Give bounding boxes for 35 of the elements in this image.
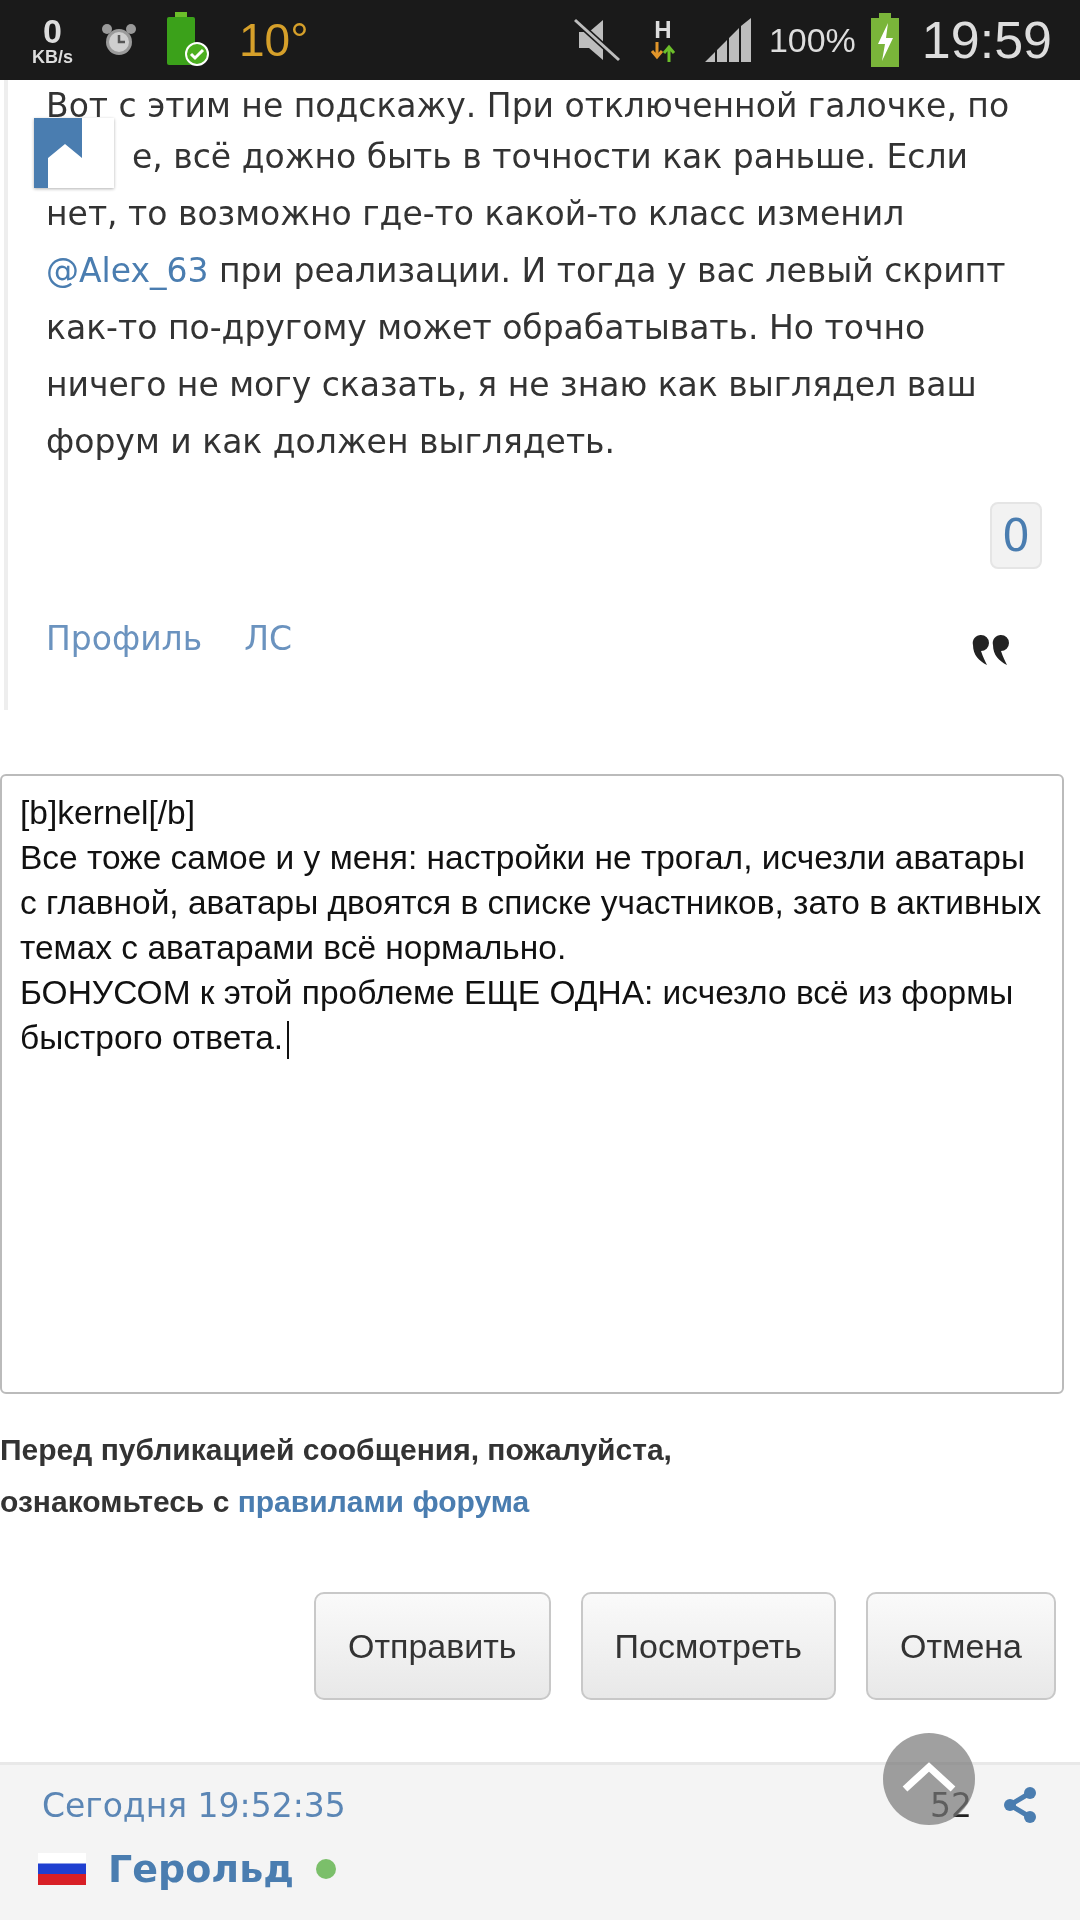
battery-check-icon (165, 12, 211, 68)
forum-rules-notice: Перед публикацией сообщения, пожалуйста, ознакомьтесь с правилами форума (0, 1432, 673, 1520)
post-number: 52 (930, 1785, 972, 1825)
post-link[interactable]: Профиль (46, 618, 203, 658)
muted-speaker-icon (572, 18, 621, 62)
network-type: H (654, 18, 672, 42)
post-text-line: как-то по-другому может обрабатывать. Но точно (46, 307, 927, 349)
clock: 19:59 (921, 10, 1052, 70)
post-text-line: ничего не могу сказать, я не знаю как выглядел ваш (46, 364, 978, 406)
post-text-line: форум и как должен выглядеть. (46, 421, 617, 463)
post-date: Сегодня 19:52:35 (42, 1785, 346, 1825)
form-button[interactable]: Отмена (866, 1592, 1056, 1700)
flag-icon (38, 1853, 86, 1885)
temperature: 10° (239, 13, 309, 67)
post-text-line: Вот с этим не подскажу. При отключенной галочке, по (46, 85, 1011, 127)
speed-unit: KB/s (32, 48, 73, 66)
bookmark-icon[interactable] (34, 118, 114, 188)
alarm-clock-icon (101, 23, 137, 57)
author-name[interactable]: Герольд (108, 1847, 294, 1891)
form-button[interactable]: Отправить (313, 1592, 551, 1700)
reply-textarea[interactable]: [b]kernel[/b] Все тоже самое и у меня: настройки не трогал, исчезли аватары с главной, аватары двоятся в списке участников, зато в активных темах с аватарами всё нормально. БОНУСОМ к этой проблеме ЕЩЕ ОДНА: исчезло всё из формы быстрого ответа. (0, 774, 1064, 1394)
forum-rules-link[interactable]: правилами форума (237, 1485, 530, 1518)
vote-count[interactable]: 0 (990, 502, 1042, 569)
post-link[interactable]: ЛС (244, 618, 292, 658)
battery-charging-icon (869, 13, 900, 67)
mention-link[interactable]: @Alex_63 (46, 251, 209, 290)
post-text-line: нет, то возможно где-то какой-то класс изменил (46, 193, 906, 235)
data-arrows-icon (648, 42, 677, 62)
form-button[interactable]: Посмотреть (580, 1592, 836, 1700)
post-text-line: @Alex_63 при реализации. И тогда у вас левый скрипт (46, 250, 1007, 292)
scroll-up-button[interactable] (883, 1733, 975, 1825)
speed-value: 0 (43, 14, 62, 48)
quote-icon[interactable] (972, 633, 1012, 667)
post-text-line: е, всё дожно быть в точности как раньше. Если (132, 136, 968, 178)
battery-level: 100% (768, 20, 856, 60)
